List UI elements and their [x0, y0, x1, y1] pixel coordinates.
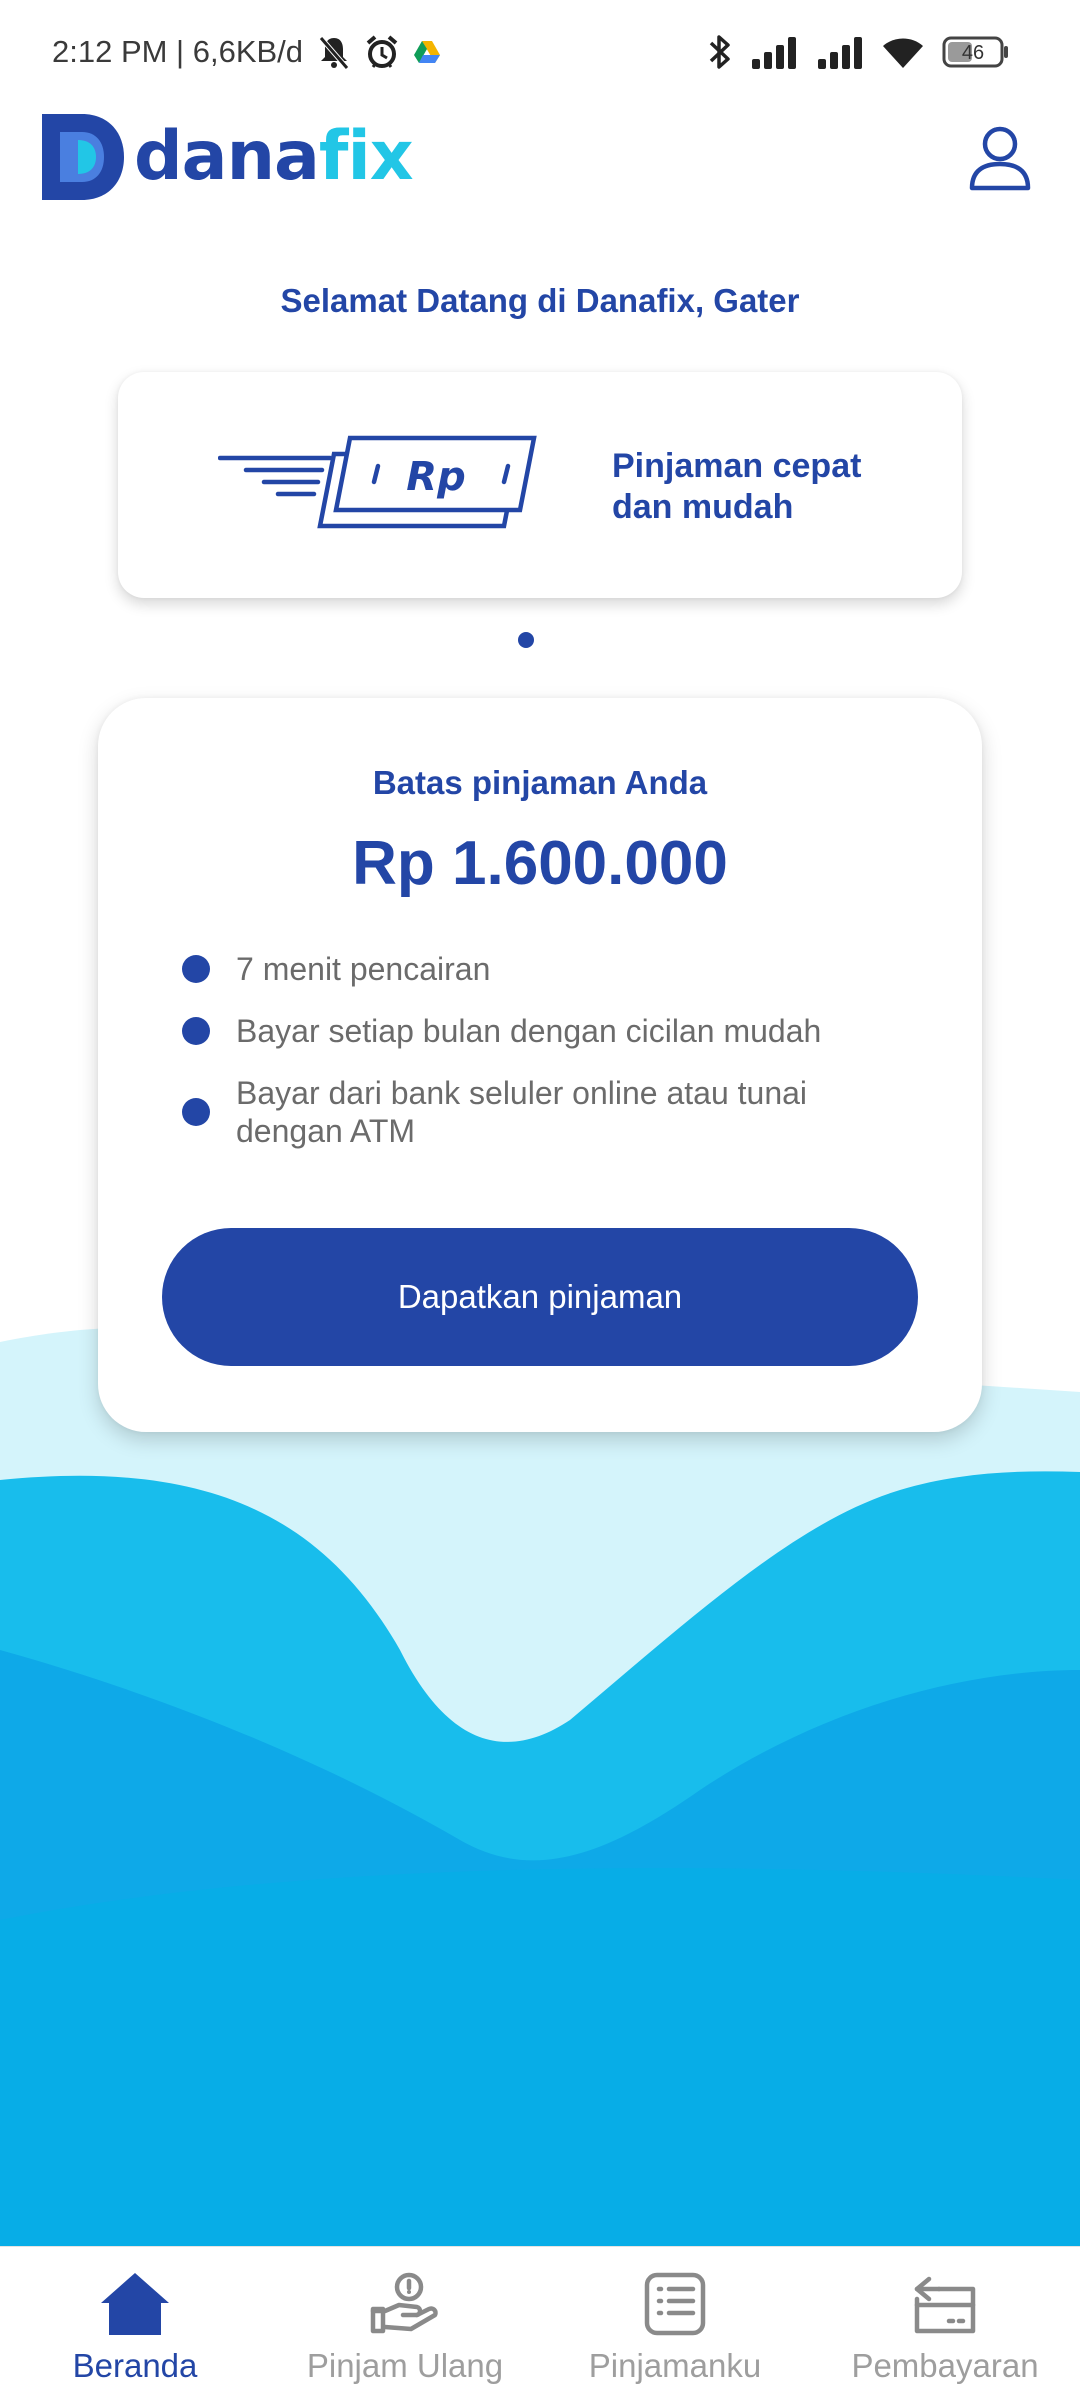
profile-button[interactable] [968, 124, 1032, 194]
alarm-icon [366, 35, 398, 68]
fast-money-illustration-icon: Rp [218, 435, 537, 529]
promo-banner[interactable]: Rp Pinjaman cepat dan mudah [118, 372, 962, 598]
user-icon [969, 126, 1031, 191]
bullet-dot [182, 1098, 210, 1126]
feature-text: Bayar setiap bulan dengan cicilan mudah [236, 1013, 822, 1049]
feature-item: Bayar setiap bulan dengan cicilan mudah [182, 1012, 922, 1050]
wave-background [0, 1328, 1080, 2250]
nav-item-beranda[interactable]: Beranda [0, 2247, 270, 2400]
loan-limit-card: Batas pinjaman Anda Rp 1.600.000 7 menit… [98, 698, 982, 1432]
nav-label-pinjamanku: Pinjamanku [588, 2347, 762, 2384]
feature-text: Bayar dari bank seluler online atau tuna… [236, 1075, 808, 1149]
bullet-dot [182, 955, 210, 983]
bullet-dot [182, 1017, 210, 1045]
battery-icon: 46 [942, 36, 1008, 68]
nav-item-pinjam-ulang[interactable]: Pinjam Ulang [270, 2247, 540, 2400]
status-time: 2:12 PM | 6,6KB/d [52, 34, 304, 69]
battery-level: 46 [962, 42, 984, 64]
feature-list: 7 menit pencairan Bayar setiap bulan den… [182, 950, 922, 1174]
nav-label-beranda: Beranda [72, 2347, 198, 2384]
feature-text: 7 menit pencairan [236, 951, 491, 987]
bottom-navigation: Beranda Pinjam Ulang Pinjamanku Pembayar… [0, 2246, 1080, 2400]
status-left: 2:12 PM | 6,6KB/d [52, 34, 441, 70]
banner-currency-text: Rp [406, 454, 465, 500]
feature-item: 7 menit pencairan [182, 950, 922, 988]
logo-mark-icon [42, 114, 124, 200]
carousel-indicator [518, 632, 534, 648]
app-header: danafix [0, 104, 1080, 214]
nav-item-pinjamanku[interactable]: Pinjamanku [540, 2247, 810, 2400]
loan-limit-amount: Rp 1.600.000 [352, 829, 728, 898]
logo-text-fix: fix [318, 117, 414, 196]
status-bar: 2:12 PM | 6,6KB/d 46 [0, 0, 1080, 104]
home-icon [101, 2273, 169, 2335]
hand-coin-icon [370, 2272, 438, 2334]
card-icon [914, 2276, 976, 2334]
danafix-logo: danafix [42, 114, 414, 200]
nav-label-pinjam-ulang: Pinjam Ulang [306, 2347, 504, 2384]
bluetooth-icon [709, 35, 730, 69]
nav-label-pembayaran: Pembayaran [851, 2347, 1039, 2384]
status-right: 46 [708, 32, 1010, 72]
signal-icon [752, 37, 796, 69]
get-loan-button[interactable]: Dapatkan pinjaman [162, 1228, 918, 1366]
signal-icon-2 [818, 37, 862, 69]
list-icon [644, 2272, 706, 2336]
welcome-text: Selamat Datang di Danafix, Gater [280, 282, 800, 319]
logo-text-dana: dana [134, 117, 320, 196]
bell-off-icon [319, 36, 349, 70]
loan-limit-label: Batas pinjaman Anda [372, 764, 708, 801]
wifi-icon [883, 38, 923, 68]
nav-item-pembayaran[interactable]: Pembayaran [810, 2247, 1080, 2400]
banner-text: Pinjaman cepat dan mudah [612, 447, 862, 526]
feature-item: Bayar dari bank seluler online atau tuna… [182, 1074, 922, 1150]
logo-text: danafix [134, 123, 414, 191]
drive-icon [414, 41, 441, 63]
